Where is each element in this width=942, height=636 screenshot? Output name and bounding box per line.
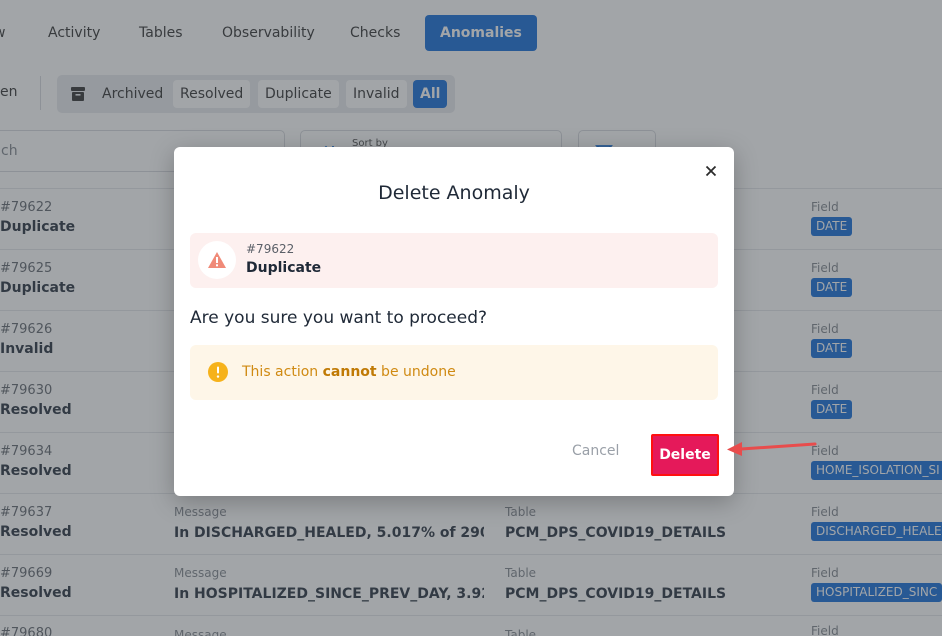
- anomaly-type: Duplicate: [246, 260, 322, 276]
- notice-suffix: be undone: [376, 364, 456, 380]
- notice-text: This action cannot be undone: [242, 364, 456, 380]
- anomaly-id: #79622: [246, 242, 295, 256]
- warning-triangle-icon: [208, 252, 226, 268]
- pointer-arrow-icon: [727, 442, 817, 456]
- dialog-title: Delete Anomaly: [378, 182, 530, 204]
- notice-emphasis: cannot: [322, 364, 377, 380]
- exclamation-circle-icon: [208, 362, 228, 382]
- delete-anomaly-dialog: Delete Anomaly #79622 Duplicate Are you …: [174, 147, 734, 496]
- notice-prefix: This action: [242, 364, 323, 380]
- confirm-question: Are you sure you want to proceed?: [190, 308, 488, 328]
- anomaly-summary-card: #79622 Duplicate: [190, 233, 718, 288]
- irreversible-notice: This action cannot be undone: [190, 345, 718, 400]
- cancel-button[interactable]: Cancel: [572, 443, 619, 459]
- close-icon[interactable]: [701, 161, 721, 181]
- warning-badge: [198, 241, 236, 279]
- delete-button[interactable]: Delete: [651, 434, 719, 476]
